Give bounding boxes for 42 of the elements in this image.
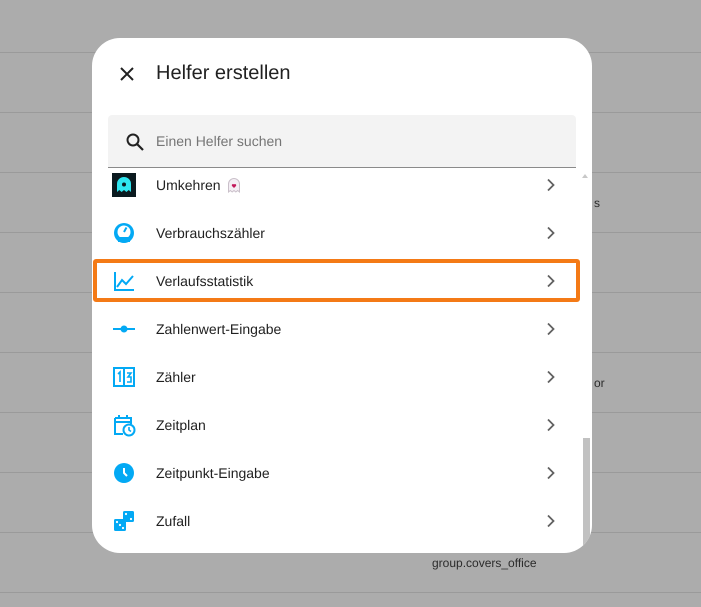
search-icon (125, 132, 145, 152)
line-chart-icon (112, 269, 136, 293)
chevron-right-icon (546, 178, 556, 192)
table-cell: s (594, 196, 600, 210)
chevron-right-icon (546, 418, 556, 432)
ghost-icon (112, 173, 136, 197)
calendar-clock-icon (112, 413, 136, 437)
dialog-title: Helfer erstellen (156, 62, 291, 85)
item-label: Verlaufsstatistik (156, 273, 254, 289)
helper-item[interactable]: Zeitpunkt-Eingabe (92, 449, 592, 497)
counter-icon (112, 365, 136, 389)
item-label: Zeitpunkt-Eingabe (156, 465, 270, 481)
clock-icon (112, 461, 136, 485)
table-cell: group.covers_office (432, 556, 537, 570)
item-label: Zufall (156, 513, 190, 529)
scrollbar-thumb[interactable] (583, 438, 590, 545)
item-label: Zeitplan (156, 417, 206, 433)
helper-item[interactable]: Verbrauchszähler (92, 209, 592, 257)
scroll-up-icon[interactable] (582, 174, 588, 178)
helper-item[interactable]: Umkehren (92, 168, 592, 209)
search-field[interactable]: Einen Helfer suchen (108, 115, 576, 168)
item-label: Umkehren (156, 177, 221, 193)
helper-item[interactable]: Zahlenwert-Eingabe (92, 305, 592, 353)
item-label: Zähler (156, 369, 196, 385)
chevron-right-icon (546, 514, 556, 528)
gauge-icon (112, 221, 136, 245)
close-icon (120, 66, 134, 80)
close-button[interactable] (118, 64, 136, 82)
helper-item[interactable]: Zufall (92, 497, 592, 545)
helper-item[interactable]: Zeitplan (92, 401, 592, 449)
slider-icon (112, 325, 136, 333)
chevron-right-icon (546, 226, 556, 240)
chevron-right-icon (546, 322, 556, 336)
table-cell: or (594, 376, 605, 390)
dice-icon (112, 509, 136, 533)
chevron-right-icon (546, 466, 556, 480)
helper-item[interactable]: Verlaufsstatistik (92, 257, 592, 305)
item-label: Verbrauchszähler (156, 225, 265, 241)
chevron-right-icon (546, 370, 556, 384)
helper-item[interactable]: Zähler (92, 353, 592, 401)
chevron-right-icon (546, 274, 556, 288)
item-label: Zahlenwert-Eingabe (156, 321, 282, 337)
